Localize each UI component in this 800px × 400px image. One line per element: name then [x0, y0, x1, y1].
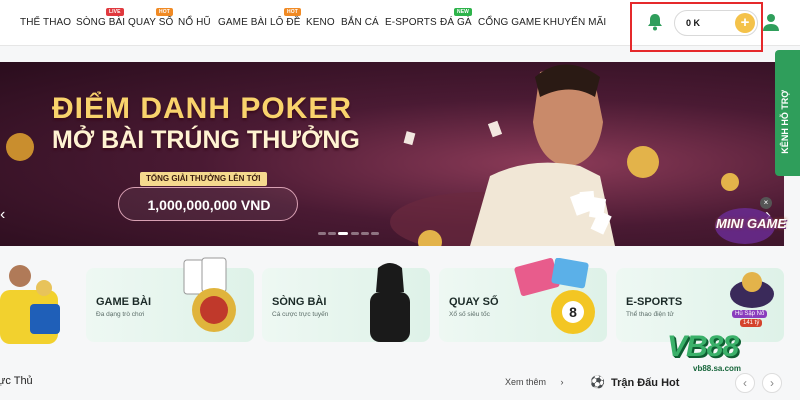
banner-subtitle: MỞ BÀI TRÚNG THƯỞNG [52, 126, 360, 154]
svg-text:8: 8 [569, 304, 577, 320]
section-heading-partial: ực Thủ [0, 375, 33, 387]
minigame-label: MINI GAME [716, 216, 787, 231]
nav-item-label: THỂ THAO [20, 17, 72, 28]
chevron-right-icon: › [560, 377, 564, 387]
carousel-dot[interactable] [318, 232, 326, 235]
soccer-ball-icon: ⚽ [590, 375, 605, 389]
card-subtitle: Xổ số siêu tốc [449, 311, 490, 318]
highlight-box [630, 2, 763, 52]
prize-label: TỔNG GIẢI THƯỞNG LÊN TỚI [140, 172, 267, 186]
nav-item-label: ĐÁ GÀ [440, 17, 472, 28]
nav-item-song-bai[interactable]: LIVE SÒNG BÀI [76, 8, 126, 28]
hot-badge: HOT [284, 8, 301, 16]
nav-item-label: KENO [306, 17, 335, 28]
nav-item-label: LÔ ĐỀ [270, 17, 301, 28]
hot-matches-heading: ⚽ Trận Đấu Hot [590, 375, 679, 389]
nav-item-keno[interactable]: KENO [306, 17, 335, 28]
card-subtitle: Cá cược trực tuyến [272, 311, 329, 318]
prize-box: 1,000,000,000 VND [118, 187, 298, 221]
carousel-dot[interactable] [371, 232, 379, 235]
nav-item-label: GAME BÀI [218, 17, 268, 28]
carousel-dot[interactable] [328, 232, 336, 235]
nav-item-khuyen-mai[interactable]: KHUYẾN MÃI [543, 17, 606, 28]
jackpot-label: Hũ Sập Nổ [732, 310, 768, 318]
jackpot-icon [730, 272, 774, 308]
jackpot-value: 141 tỷ [740, 319, 763, 327]
see-more-label: Xem thêm [505, 377, 547, 387]
live-badge: LIVE [106, 8, 124, 16]
support-label: KÊNH HỖ TRỢ [780, 90, 790, 154]
cards-chips-icon [183, 257, 236, 332]
card-title: E-SPORTS [626, 296, 683, 308]
nav-item-the-thao[interactable]: THỂ THAO [20, 17, 71, 28]
nav-item-ban-ca[interactable]: BẮN CÁ [341, 17, 379, 28]
see-more-link[interactable]: Xem thêm › [505, 377, 564, 387]
new-badge: NEW [454, 8, 472, 16]
carousel-dot-active[interactable] [338, 232, 348, 235]
nav-item-game-bai[interactable]: GAME BÀI [218, 17, 267, 28]
banner-title: ĐIỂM DANH POKER [52, 92, 353, 125]
nav-item-lo-de[interactable]: HOT LÔ ĐỀ [270, 8, 301, 28]
nav-item-label: QUAY SỐ [128, 17, 174, 28]
player-image [0, 260, 70, 344]
nav-item-label: KHUYẾN MÃI [543, 17, 607, 28]
hot-badge: HOT [156, 8, 173, 16]
support-channel-tab[interactable]: KÊNH HỖ TRỢ [775, 50, 800, 176]
lottery-ball-icon: 8 [514, 258, 595, 334]
card-subtitle: Thể thao điện tử [626, 311, 674, 318]
jackpot-widget[interactable]: Hũ Sập Nổ 141 tỷ [722, 266, 782, 330]
card-title: SÒNG BÀI [272, 296, 327, 308]
user-icon[interactable] [762, 12, 780, 32]
nav-item-label: NỔ HŨ [178, 17, 211, 28]
nav-item-label: SÒNG BÀI [76, 17, 126, 28]
nav-item-quay-so[interactable]: HOT QUAY SỐ [128, 8, 174, 28]
nav-item-label: BẮN CÁ [341, 17, 379, 28]
carousel-dot[interactable] [351, 232, 359, 235]
prev-page-button[interactable]: ‹ [735, 373, 755, 393]
banner-prev-arrow[interactable]: ‹ [0, 204, 10, 226]
nav-item-label: CỔNG GAME [478, 17, 542, 28]
nav-item-cong-game[interactable]: CỔNG GAME [478, 17, 541, 28]
nav-item-no-hu[interactable]: NỔ HŨ [178, 17, 211, 28]
nav-item-da-ga[interactable]: NEW ĐÁ GÀ [440, 8, 472, 28]
close-icon[interactable]: × [760, 197, 772, 209]
card-title: QUAY SỐ [449, 296, 499, 308]
nav-item-label: E-SPORTS [385, 17, 437, 28]
card-quay-so[interactable]: QUAY SỐ Xổ số siêu tốc 8 [439, 258, 607, 342]
card-game-bai[interactable]: GAME BÀI Đa dạng trò chơi [86, 257, 254, 342]
card-subtitle: Đa dạng trò chơi [96, 311, 145, 318]
nav-item-e-sports[interactable]: E-SPORTS [385, 17, 437, 28]
card-title: GAME BÀI [96, 296, 151, 308]
carousel-dot[interactable] [361, 232, 369, 235]
prize-value: 1,000,000,000 VND [147, 197, 271, 213]
hot-matches-label: Trận Đấu Hot [610, 377, 680, 389]
card-song-bai[interactable]: SÒNG BÀI Cá cược trực tuyến [262, 263, 430, 342]
brand-logo-text: VB88 [667, 330, 739, 363]
brand-url: vb88.sa.com [693, 364, 742, 373]
dealer-image [370, 263, 410, 342]
next-page-button[interactable]: › [762, 373, 782, 393]
